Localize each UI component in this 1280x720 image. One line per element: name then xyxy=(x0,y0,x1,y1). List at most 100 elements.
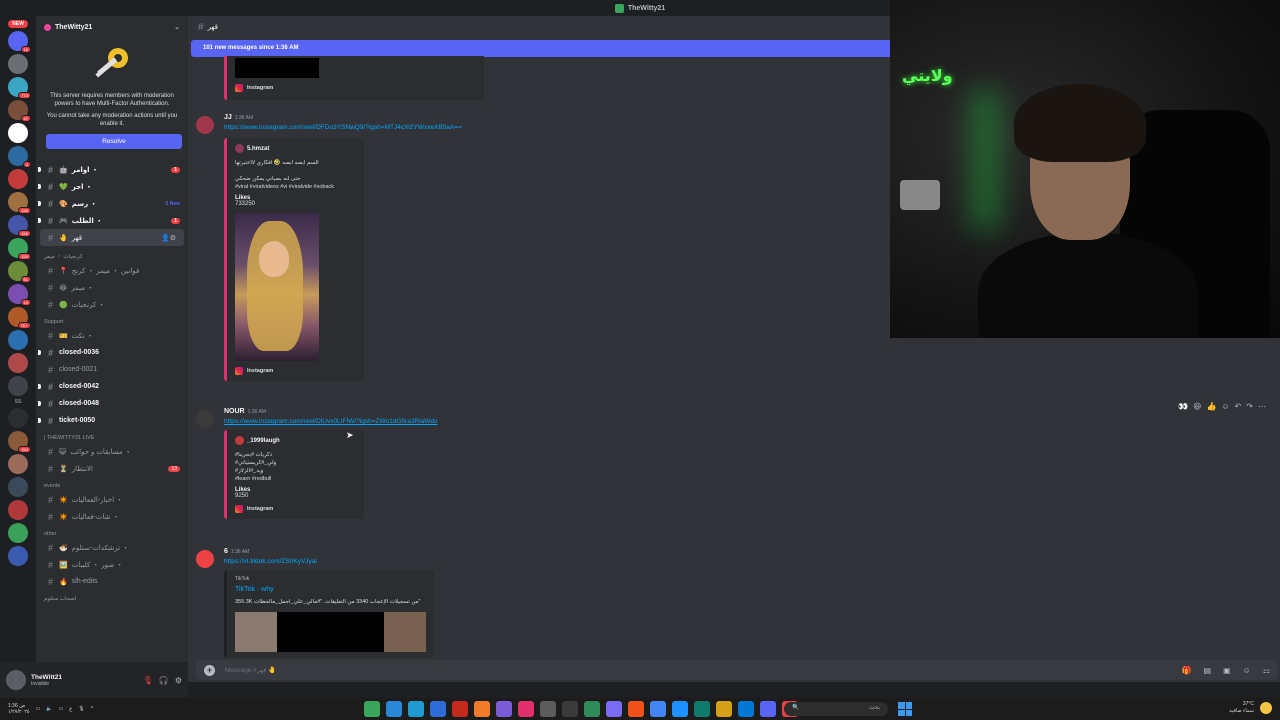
embed-author[interactable]: _1999laugh xyxy=(235,436,356,445)
sidebar-item-channel[interactable]: # ⏳ الانتظار 13 xyxy=(36,460,188,477)
message-input[interactable]: Message #قهر 🤚 xyxy=(225,666,276,674)
server-icon[interactable]: 220 xyxy=(8,238,31,260)
server-icon[interactable] xyxy=(8,353,28,373)
reaction-smile-icon[interactable]: 😆 xyxy=(1193,402,1201,411)
add-attachment-button[interactable]: + xyxy=(204,664,215,676)
server-folder-label[interactable]: SS xyxy=(15,399,22,405)
sticker-icon[interactable]: ▣ xyxy=(1223,666,1231,675)
taskbar-app-icon[interactable] xyxy=(584,701,600,717)
server-icon[interactable]: 346 xyxy=(8,215,31,237)
taskbar-app-icon[interactable] xyxy=(386,701,402,717)
server-icon[interactable] xyxy=(8,546,28,566)
taskbar-app-icon[interactable] xyxy=(716,701,732,717)
embed-video[interactable] xyxy=(235,612,426,652)
sidebar-item-channel[interactable]: # ✴️ اخبار-الفعاليات ・ xyxy=(36,491,188,508)
category-support[interactable]: Support xyxy=(36,313,188,327)
weather-widget[interactable]: 37°C سماء صافية xyxy=(1229,701,1254,715)
server-icon[interactable] xyxy=(8,477,28,497)
category-clips[interactable]: كرنجيات ・ ميمز xyxy=(36,246,188,262)
sidebar-item-channel[interactable]: # 🟢 كرنجيات ・ xyxy=(36,296,188,313)
clock[interactable]: 1:36 ص ١/٢٧/٢٠٢٥ xyxy=(8,703,30,715)
sidebar-item-channel[interactable]: # 🎫 تكت ・ xyxy=(36,327,188,344)
avatar[interactable] xyxy=(6,670,26,690)
chevron-down-icon[interactable]: ⌄ xyxy=(174,23,180,31)
sidebar-item-channel[interactable]: # 😺 مسابقات و جوائب ・ xyxy=(36,443,188,460)
server-icon[interactable]: 51 xyxy=(8,261,31,283)
reply-icon[interactable]: ↶ xyxy=(1235,402,1242,411)
embed-image[interactable] xyxy=(235,213,319,361)
sidebar-item-channel[interactable]: # 💚 اجر ・ xyxy=(36,178,188,195)
message-link[interactable]: https://vt.tiktok.com/ZShKyVJya/ xyxy=(224,558,317,565)
sidebar-item-channel[interactable]: # 🍜 ترشكدات-ستلوم ・ xyxy=(36,539,188,556)
sidebar-item-channel[interactable]: # 🎨 رسم ・ 5 New xyxy=(36,195,188,212)
message-author[interactable]: JJ xyxy=(224,114,232,121)
server-icon[interactable] xyxy=(8,376,28,396)
sidebar-item-channel[interactable]: # 📍 قوانين ・ ميمز ・ كرنج xyxy=(36,262,188,279)
message-link[interactable]: https://www.instagram.com/reel/DlUvx0LIF… xyxy=(224,418,438,425)
guild-header[interactable]: TheWitty21 ⌄ xyxy=(36,16,188,38)
gif-icon[interactable]: ▤ xyxy=(1204,666,1212,675)
deafen-icon[interactable]: 🎧 xyxy=(159,676,169,685)
server-icon[interactable] xyxy=(8,454,28,474)
embed-title[interactable]: TikTok · why xyxy=(235,586,426,593)
resolve-button[interactable]: Resolve xyxy=(46,134,182,149)
server-icon[interactable]: 944 xyxy=(8,431,31,453)
network-icon[interactable]: ▭ xyxy=(59,706,64,712)
avatar[interactable] xyxy=(196,116,214,134)
category-live[interactable]: | THEWITTY21 LIVE xyxy=(36,429,188,443)
server-icon[interactable] xyxy=(8,123,28,143)
sidebar-item-channel[interactable]: # 🤚 قهر 👤⚙ xyxy=(40,229,184,246)
category-events[interactable]: events xyxy=(36,477,188,491)
sidebar-item-channel[interactable]: # ticket-0050 xyxy=(36,412,188,429)
category-other[interactable]: other xyxy=(36,525,188,539)
sidebar-item-channel[interactable]: # closed-0042 xyxy=(36,378,188,395)
add-reaction-icon[interactable]: ☺ xyxy=(1221,402,1229,411)
server-icon[interactable] xyxy=(8,330,28,350)
channel-settings-icon[interactable]: 👤⚙ xyxy=(161,234,176,242)
taskbar-app-icon[interactable] xyxy=(672,701,688,717)
taskbar-app-icon[interactable] xyxy=(430,701,446,717)
category-bottom[interactable]: اصحاب ستلوم xyxy=(36,590,188,604)
reaction-thumbs-icon[interactable]: 👍 xyxy=(1206,402,1216,411)
taskbar-app-icon[interactable] xyxy=(738,701,754,717)
server-icon[interactable] xyxy=(8,169,28,189)
new-messages-bar[interactable]: 101 new messages since 1:36 AM xyxy=(191,40,890,57)
more-icon[interactable]: ⋯ xyxy=(1258,402,1266,411)
taskbar-app-icon[interactable] xyxy=(694,701,710,717)
message-author[interactable]: 6 xyxy=(224,548,228,555)
forward-icon[interactable]: ↷ xyxy=(1246,402,1253,411)
sidebar-item-channel[interactable]: # closed-0048 xyxy=(36,395,188,412)
server-icon[interactable] xyxy=(8,54,28,74)
new-badge[interactable]: NEW xyxy=(8,20,28,28)
taskbar-app-icon[interactable] xyxy=(452,701,468,717)
embed-thumbnail[interactable] xyxy=(235,58,319,78)
taskbar-app-icon[interactable] xyxy=(364,701,380,717)
sidebar-item-channel[interactable]: # 🤖 اوامر ・ 1 xyxy=(36,161,188,178)
mic-icon[interactable]: 🎙 xyxy=(78,706,84,712)
sidebar-item-channel[interactable]: # 😂 ميمز ・ xyxy=(36,279,188,296)
server-icon[interactable] xyxy=(8,500,28,520)
taskbar-search[interactable]: 🔍 بحث xyxy=(784,702,888,716)
taskbar-app-icon[interactable] xyxy=(760,701,776,717)
server-icon[interactable]: 7K+ xyxy=(8,307,31,329)
taskbar-app-icon[interactable] xyxy=(496,701,512,717)
server-icon[interactable]: 47 xyxy=(8,100,31,122)
sidebar-item-channel[interactable]: # closed-0036 xyxy=(36,344,188,361)
sidebar-item-channel[interactable]: # 🔥 slh-edits xyxy=(36,573,188,590)
embed-author[interactable]: 5.hmzat xyxy=(235,144,356,153)
server-icon[interactable] xyxy=(8,523,28,543)
taskbar-app-icon[interactable] xyxy=(408,701,424,717)
taskbar-app-icon[interactable] xyxy=(518,701,534,717)
server-icon[interactable]: 4 xyxy=(8,146,31,168)
language-indicator[interactable]: ع xyxy=(69,706,72,712)
taskbar-app-icon[interactable] xyxy=(562,701,578,717)
sidebar-item-channel[interactable]: # 🎮 الطلب ・ 1 xyxy=(36,212,188,229)
server-icon[interactable] xyxy=(8,408,28,428)
volume-icon[interactable]: 🔈 xyxy=(46,706,52,712)
gift-icon[interactable]: 🎁 xyxy=(1182,666,1192,675)
avatar[interactable] xyxy=(196,410,214,428)
start-button[interactable] xyxy=(898,702,912,716)
discord-avatar-icon[interactable] xyxy=(196,550,214,568)
message-link[interactable]: https://www.instagram.com/reel/DFDo3YSNw… xyxy=(224,124,462,131)
taskbar-app-icon[interactable] xyxy=(606,701,622,717)
